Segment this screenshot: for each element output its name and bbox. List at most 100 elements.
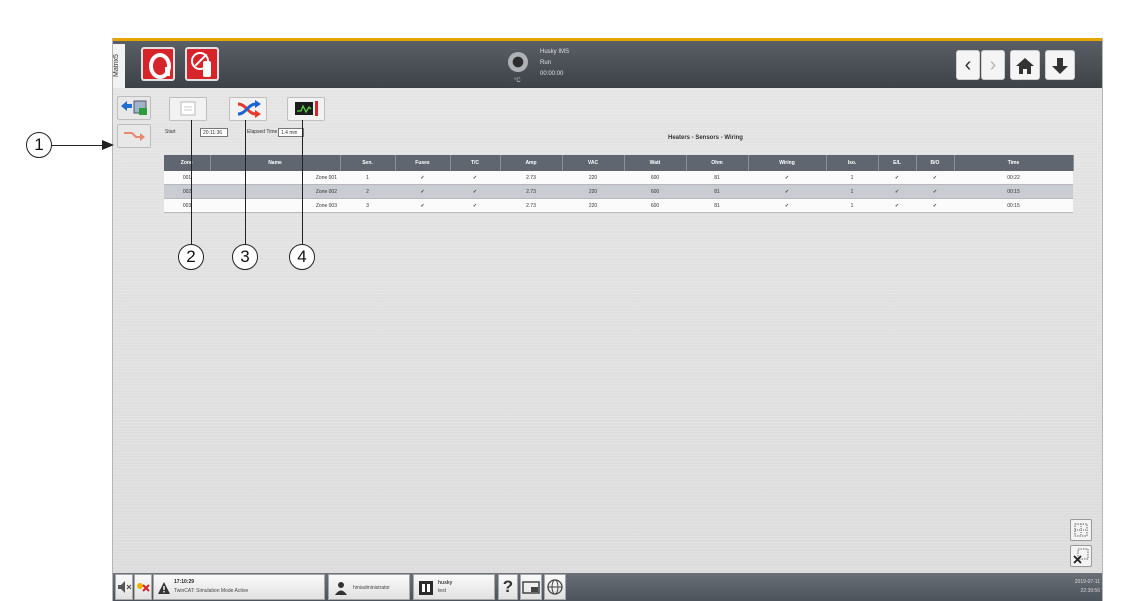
mold-sub: test bbox=[438, 588, 447, 594]
globe-icon bbox=[547, 579, 563, 595]
user-name: hmiadministrator bbox=[353, 585, 390, 591]
shuffle-button[interactable] bbox=[229, 97, 267, 121]
callout-2: 2 bbox=[178, 244, 204, 270]
column-header: B/O bbox=[916, 155, 955, 171]
ohm-cell: 81 bbox=[686, 198, 748, 213]
el-check-icon: ✓ bbox=[878, 184, 916, 199]
table-row[interactable]: 002 Zone 002 2 ✓ ✓ 2.73 220 600 81 ✓ 1 ✓… bbox=[164, 184, 1073, 199]
user-button[interactable]: hmiadministrator bbox=[328, 574, 410, 600]
iso-cell: 1 bbox=[826, 198, 878, 213]
status-line-3: 00:00:00 bbox=[540, 71, 564, 77]
vac-cell: 220 bbox=[562, 184, 624, 199]
status-date: 2019-07-11 bbox=[1074, 579, 1100, 585]
name-cell: Zone 003 bbox=[210, 198, 340, 213]
callout-3: 3 bbox=[232, 244, 258, 270]
home-button[interactable] bbox=[1010, 50, 1040, 80]
column-header: Iso. bbox=[826, 155, 879, 171]
amp-cell: 2.73 bbox=[500, 184, 562, 199]
tc-check-icon: ✓ bbox=[450, 171, 500, 185]
start-label: Start bbox=[165, 129, 176, 135]
ohm-cell: 81 bbox=[686, 171, 748, 185]
elapsed-time-label: Elapsed Time bbox=[247, 129, 278, 135]
arrow-down-icon bbox=[1052, 58, 1068, 74]
grid-select-button[interactable] bbox=[1070, 519, 1092, 541]
help-button[interactable]: ? bbox=[498, 574, 518, 600]
back-button[interactable]: ‹ bbox=[956, 50, 980, 80]
wiring-check-icon: ✓ bbox=[748, 198, 826, 213]
main-content: Start 20:11:36 Elapsed Time 1.4 min Heat… bbox=[113, 88, 1102, 573]
language-button[interactable] bbox=[544, 574, 566, 600]
callout-4-leader bbox=[302, 120, 303, 244]
name-cell: Zone 001 bbox=[210, 171, 340, 185]
warning-clear-icon bbox=[137, 583, 150, 592]
watt-cell: 600 bbox=[624, 198, 686, 213]
top-bar: Matrix5 °C Husky IMS Run 00:00:00 ‹ › bbox=[113, 38, 1102, 88]
mute-button[interactable] bbox=[115, 574, 133, 600]
column-header: Time bbox=[954, 155, 1074, 171]
zone-cell: 002 bbox=[164, 184, 210, 199]
alarm-button[interactable] bbox=[185, 47, 219, 81]
time-cell: 00:15 bbox=[954, 184, 1073, 199]
amp-cell: 2.73 bbox=[500, 171, 562, 185]
iso-cell: 1 bbox=[826, 171, 878, 185]
sensor-cell: 3 bbox=[340, 198, 395, 213]
report-view-button[interactable] bbox=[169, 97, 207, 121]
sensor-cell: 1 bbox=[340, 171, 395, 185]
column-header: Name bbox=[210, 155, 341, 171]
column-header: Zone bbox=[164, 155, 211, 171]
chevron-right-icon: › bbox=[989, 54, 997, 76]
callout-1-leader bbox=[52, 145, 104, 146]
status-line-2: Run bbox=[540, 60, 552, 66]
alarm-time: 17:10:29 bbox=[174, 579, 195, 585]
alarm-reset-button[interactable] bbox=[134, 574, 152, 600]
vac-cell: 220 bbox=[562, 198, 624, 213]
mold-icon bbox=[419, 581, 433, 595]
column-header: E/L bbox=[878, 155, 917, 171]
column-header: Fuses bbox=[395, 155, 451, 171]
callout-4: 4 bbox=[289, 244, 315, 270]
el-check-icon: ✓ bbox=[878, 171, 916, 185]
table-row[interactable]: 003 Zone 003 3 ✓ ✓ 2.73 220 600 81 ✓ 1 ✓… bbox=[164, 198, 1073, 213]
mold-button[interactable]: husky test bbox=[413, 574, 495, 600]
alarm-message: TwinCAT: Simulation Mode Active bbox=[174, 588, 249, 594]
bo-check-icon: ✓ bbox=[916, 198, 954, 213]
exit-report-button[interactable] bbox=[117, 96, 151, 120]
run-test-button[interactable] bbox=[117, 124, 151, 148]
time-cell: 00:22 bbox=[954, 171, 1073, 185]
speaker-mute-icon bbox=[118, 581, 132, 593]
screen-capture-icon bbox=[522, 581, 540, 594]
warning-triangle-icon bbox=[158, 582, 170, 594]
temperature-unit: °C bbox=[514, 78, 521, 84]
graph-view-button[interactable] bbox=[287, 97, 325, 121]
wiring-check-icon: ✓ bbox=[748, 184, 826, 199]
husky-logo-button[interactable] bbox=[141, 47, 175, 81]
watt-cell: 600 bbox=[624, 171, 686, 185]
user-icon bbox=[335, 582, 347, 595]
ohm-cell: 81 bbox=[686, 184, 748, 199]
tc-check-icon: ✓ bbox=[450, 184, 500, 199]
zone-cell: 001 bbox=[164, 171, 210, 185]
column-header: Wiring bbox=[748, 155, 827, 171]
status-bar: 17:10:29 TwinCAT: Simulation Mode Active… bbox=[113, 573, 1102, 601]
name-cell: Zone 002 bbox=[210, 184, 340, 199]
screen-capture-button[interactable] bbox=[520, 574, 542, 600]
route-arrow-icon bbox=[124, 132, 145, 141]
app-side-label: Matrix5 bbox=[113, 44, 125, 88]
table-header-row: Zone Name Sen. Fuses T/C Amp VAC Watt Oh… bbox=[164, 155, 1074, 171]
table-row[interactable]: 001 Zone 001 1 ✓ ✓ 2.73 220 600 81 ✓ 1 ✓… bbox=[164, 171, 1073, 185]
column-header: Watt bbox=[624, 155, 687, 171]
time-cell: 00:15 bbox=[954, 198, 1073, 213]
watt-cell: 600 bbox=[624, 184, 686, 199]
home-icon bbox=[1016, 58, 1034, 74]
chevron-left-icon: ‹ bbox=[964, 54, 972, 76]
el-check-icon: ✓ bbox=[878, 198, 916, 213]
forward-button[interactable]: › bbox=[981, 50, 1005, 80]
column-header: Sen. bbox=[340, 155, 396, 171]
callout-3-leader bbox=[245, 120, 246, 244]
active-alarm-banner[interactable]: 17:10:29 TwinCAT: Simulation Mode Active bbox=[153, 574, 325, 600]
grid-icon bbox=[1074, 523, 1088, 537]
iso-cell: 1 bbox=[826, 184, 878, 199]
clear-selection-button[interactable] bbox=[1070, 545, 1092, 567]
download-button[interactable] bbox=[1045, 50, 1075, 80]
column-header: Amp bbox=[500, 155, 563, 171]
